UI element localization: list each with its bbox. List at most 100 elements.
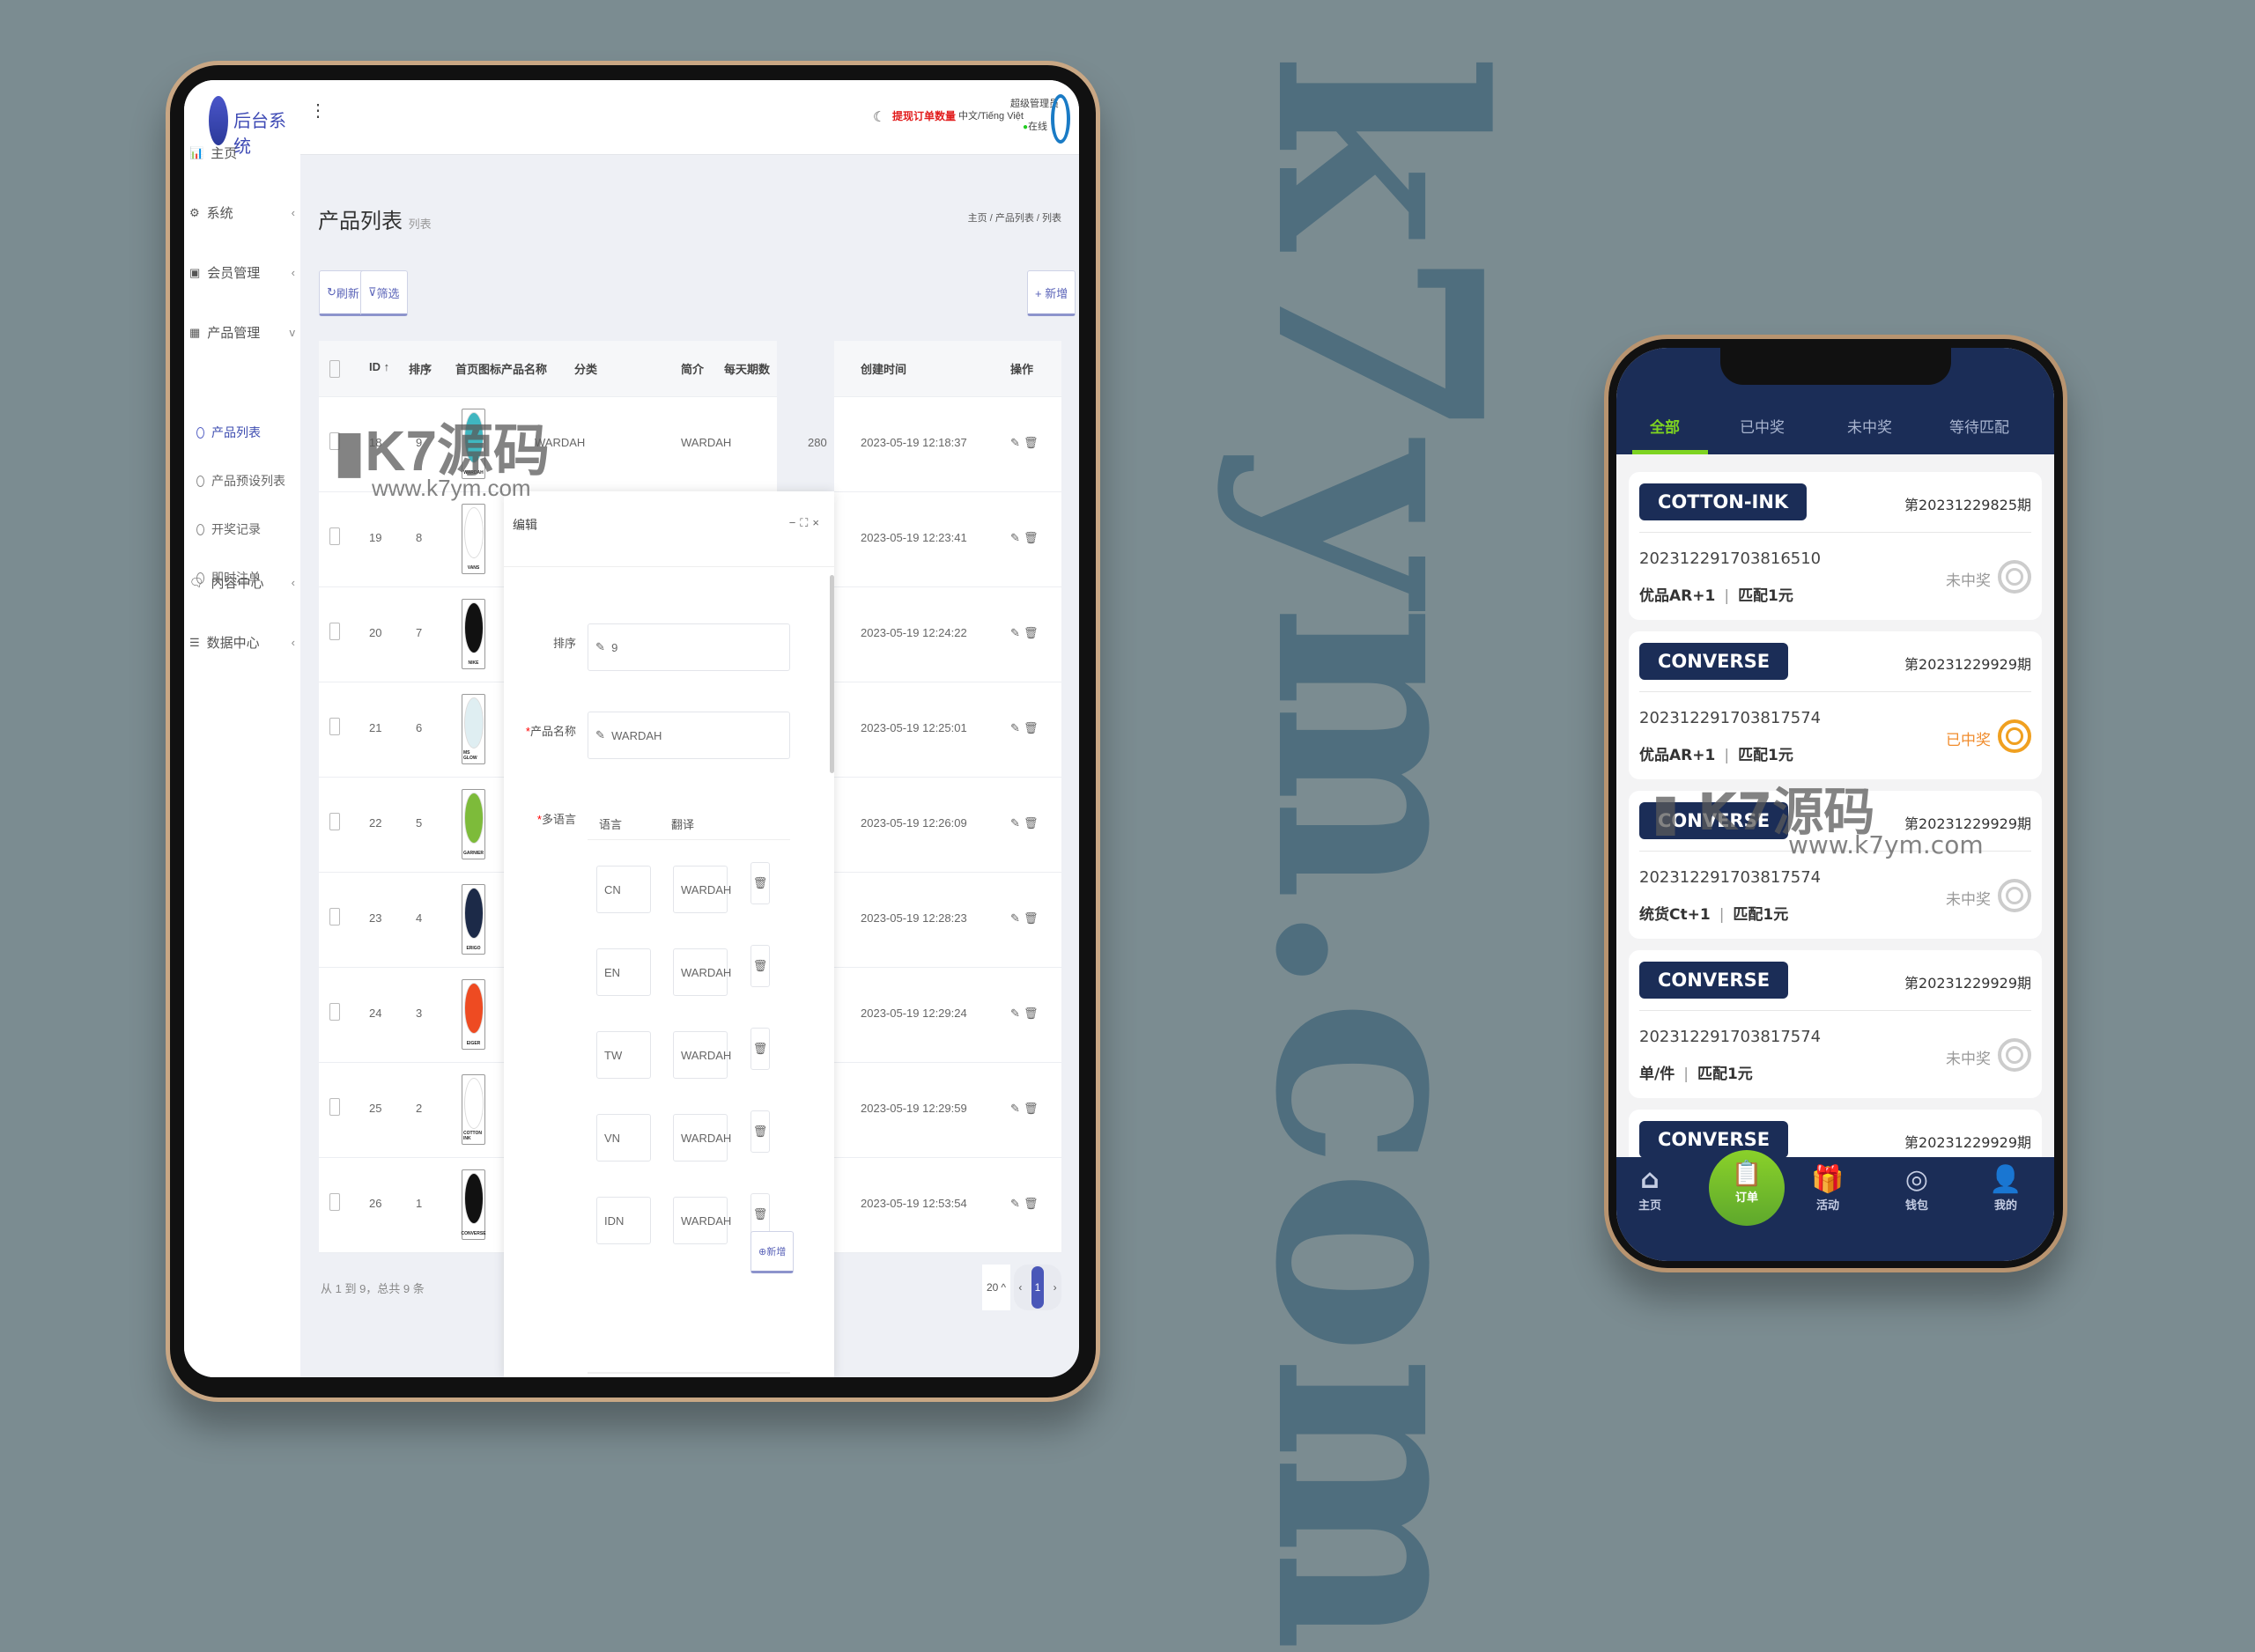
row-checkbox[interactable]: [329, 527, 340, 545]
tab-1[interactable]: 已中奖: [1740, 415, 1785, 437]
sidebar-item-2[interactable]: ▣ 会员管理 ‹: [189, 263, 295, 282]
lang-code-input[interactable]: VN: [596, 1114, 651, 1162]
modal-scrollbar[interactable]: [830, 575, 834, 773]
edit-icon[interactable]: ✎: [1010, 1197, 1020, 1211]
row-checkbox[interactable]: [329, 908, 340, 926]
nav-orders[interactable]: 📋 订单: [1709, 1150, 1785, 1226]
logo-caption: EIGER: [466, 1041, 481, 1046]
edit-icon[interactable]: ✎: [1010, 1007, 1020, 1021]
submenu-item-1[interactable]: 产品预设列表: [196, 472, 285, 490]
column-header[interactable]: ID ↑: [369, 360, 389, 373]
delete-icon[interactable]: 🗑: [1024, 816, 1039, 830]
breadcrumb-products[interactable]: 产品列表: [995, 213, 1034, 224]
edit-icon[interactable]: ✎: [1010, 721, 1020, 735]
page-size-select[interactable]: 20 ^: [982, 1265, 1010, 1310]
language-switch[interactable]: 中文/Tiếng Việt: [958, 108, 1024, 122]
delete-icon[interactable]: 🗑: [1024, 626, 1039, 640]
edit-icon[interactable]: ✎: [1010, 626, 1020, 640]
tab-3[interactable]: 等待匹配: [1949, 415, 2009, 437]
translation-input[interactable]: WARDAH: [673, 866, 731, 913]
edit-icon[interactable]: ✎: [1010, 911, 1020, 926]
target-icon: [1998, 1038, 2031, 1072]
sidebar-item-1[interactable]: ⚙ 系统 ‹: [189, 203, 295, 222]
logo-mark: [463, 793, 484, 844]
translation-input[interactable]: WARDAH: [673, 948, 731, 996]
row-checkbox[interactable]: [329, 623, 340, 640]
delete-icon[interactable]: 🗑: [1024, 1102, 1039, 1116]
delete-lang-icon[interactable]: 🗑: [750, 1193, 770, 1235]
withdraw-order-alert[interactable]: 提现订单数量: [892, 108, 956, 123]
select-all-checkbox[interactable]: [329, 360, 340, 378]
edit-icon[interactable]: ✎: [1010, 1102, 1020, 1116]
lang-code-input[interactable]: IDN: [596, 1197, 651, 1244]
cell-id: 26: [369, 1197, 382, 1210]
lang-code-input[interactable]: CN: [596, 866, 651, 913]
maximize-icon[interactable]: ⛶: [800, 516, 812, 529]
delete-icon[interactable]: 🗑: [1024, 911, 1039, 926]
order-card[interactable]: CONVERSE 第20231229929期 202312291703817574 优…: [1629, 631, 2042, 779]
edit-icon[interactable]: ✎: [1010, 531, 1020, 545]
theme-moon-icon[interactable]: ☾: [873, 108, 885, 126]
sidebar-item-0[interactable]: 📊 主页: [189, 144, 295, 162]
page-1-button[interactable]: 1: [1031, 1266, 1044, 1309]
product-name-input[interactable]: ✎ WARDAH: [588, 712, 790, 759]
edit-icon[interactable]: ✎: [1010, 436, 1020, 450]
nav-home[interactable]: ⌂ 主页: [1623, 1164, 1676, 1213]
add-button[interactable]: + 新增: [1027, 270, 1076, 316]
cell-sort: 2: [416, 1102, 423, 1115]
order-number: 202312291703816510: [1639, 549, 1822, 568]
order-card[interactable]: CONVERSE 第20231229929期 202312291703817574 单…: [1629, 950, 2042, 1098]
menu-toggle-icon[interactable]: ⋮: [309, 100, 327, 122]
lang-code-input[interactable]: TW: [596, 1031, 651, 1079]
delete-lang-icon[interactable]: 🗑: [750, 945, 770, 987]
nav-wallet[interactable]: ◎ 钱包: [1890, 1164, 1943, 1213]
row-checkbox[interactable]: [329, 1098, 340, 1116]
column-header: 操作: [1010, 363, 1034, 376]
logo-caption: NIKE: [468, 660, 479, 666]
delete-lang-icon[interactable]: 🗑: [750, 1028, 770, 1070]
delete-lang-icon[interactable]: 🗑: [750, 1110, 770, 1153]
row-checkbox[interactable]: [329, 1003, 340, 1021]
product-logo-image: MS GLOW: [462, 694, 485, 764]
avatar[interactable]: [1051, 94, 1070, 144]
lang-code-input[interactable]: EN: [596, 948, 651, 996]
close-icon[interactable]: ×: [812, 516, 824, 529]
chevron-icon: ‹: [291, 266, 295, 279]
column-header: 首页图标: [455, 363, 502, 376]
filter-button[interactable]: ⊽ 筛选: [360, 270, 408, 316]
row-checkbox[interactable]: [329, 813, 340, 830]
bottom-nav: ⌂ 主页 📋 订单 🎁 活动 ◎ 钱包 👤 我的: [1616, 1150, 2054, 1261]
minimize-icon[interactable]: −: [789, 516, 801, 529]
prev-page-button[interactable]: ‹: [1018, 1281, 1022, 1294]
tab-0[interactable]: 全部: [1650, 415, 1680, 437]
order-card[interactable]: COTTON-INK 第20231229825期 20231229170381651…: [1629, 472, 2042, 620]
cell-id: 20: [369, 626, 382, 639]
delete-icon[interactable]: 🗑: [1024, 436, 1039, 450]
submenu-item-2[interactable]: 开奖记录: [196, 520, 261, 538]
translation-input[interactable]: WARDAH: [673, 1031, 731, 1079]
sidebar-label: 产品管理: [207, 326, 261, 341]
row-checkbox[interactable]: [329, 718, 340, 735]
submenu-item-0[interactable]: 产品列表: [196, 424, 261, 441]
row-checkbox[interactable]: [329, 1193, 340, 1211]
add-language-button[interactable]: ⊕ 新增: [750, 1231, 795, 1273]
delete-icon[interactable]: 🗑: [1024, 531, 1039, 545]
tab-2[interactable]: 未中奖: [1847, 415, 1892, 437]
submenu-item-3[interactable]: 即时注单: [196, 569, 261, 586]
order-icon: 📋: [1731, 1159, 1763, 1188]
nav-user[interactable]: 👤 我的: [1979, 1164, 2032, 1213]
nav-gift[interactable]: 🎁 活动: [1801, 1164, 1854, 1213]
sort-input[interactable]: ✎ 9: [588, 623, 790, 671]
delete-lang-icon[interactable]: 🗑: [750, 862, 770, 904]
delete-icon[interactable]: 🗑: [1024, 1197, 1039, 1211]
sidebar-item-3[interactable]: ▦ 产品管理 v: [189, 323, 295, 342]
translation-input[interactable]: WARDAH: [673, 1114, 731, 1162]
edit-icon[interactable]: ✎: [1010, 816, 1020, 830]
delete-icon[interactable]: 🗑: [1024, 1007, 1039, 1021]
app-logo: [209, 96, 228, 145]
translation-input[interactable]: WARDAH: [673, 1197, 731, 1244]
sidebar-item-5[interactable]: ☰ 数据中心 ‹: [189, 633, 295, 652]
delete-icon[interactable]: 🗑: [1024, 721, 1039, 735]
next-page-button[interactable]: ›: [1054, 1281, 1057, 1294]
breadcrumb-home[interactable]: 主页: [968, 213, 987, 224]
